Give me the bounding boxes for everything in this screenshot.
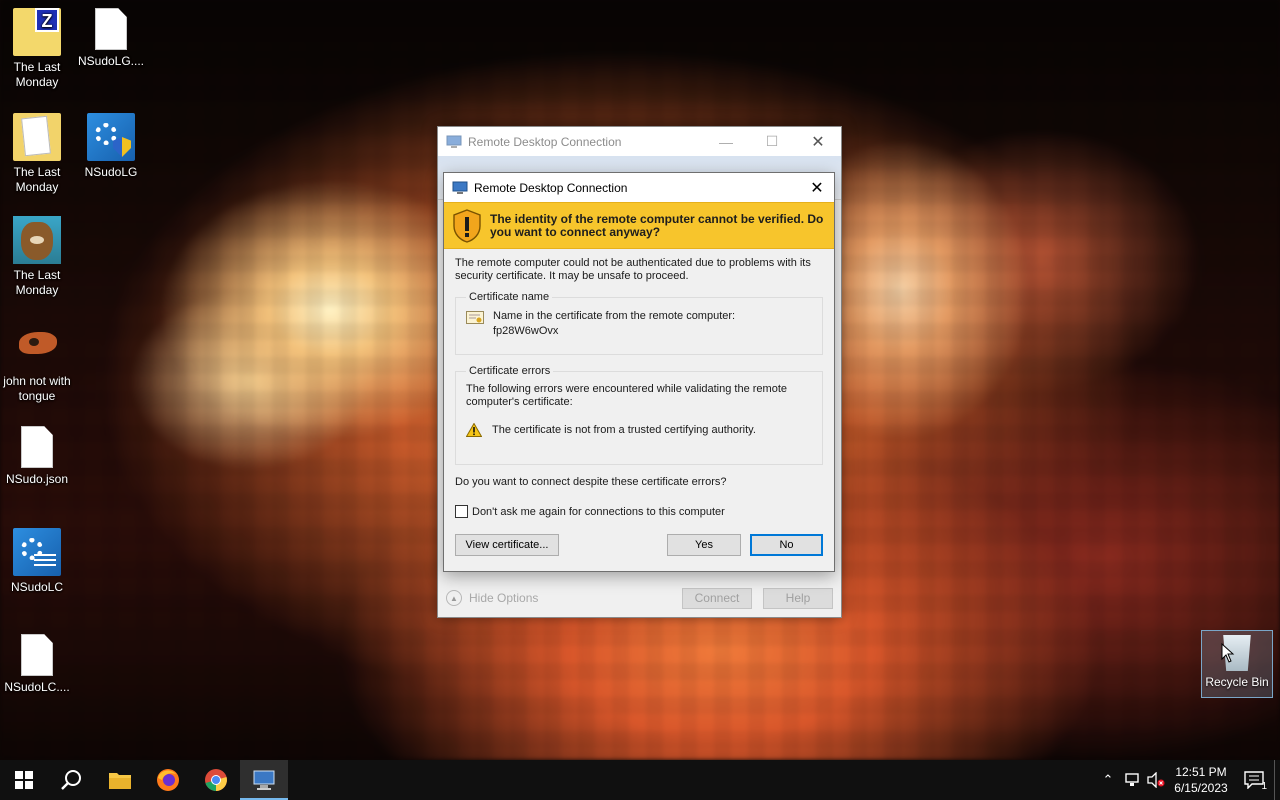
- hide-options-label: Hide Options: [469, 591, 539, 605]
- search-button[interactable]: [48, 760, 96, 800]
- clock-time: 12:51 PM: [1175, 765, 1227, 779]
- no-button[interactable]: No: [750, 534, 823, 556]
- certificate-name-legend: Certificate name: [469, 291, 550, 303]
- action-center-button[interactable]: 1: [1234, 760, 1274, 800]
- chrome-icon: [205, 769, 227, 791]
- remote-desktop-icon: [446, 135, 462, 148]
- desktop-icon-label: NSudoLG....: [77, 54, 145, 68]
- cat-shortcut-icon: [13, 216, 61, 264]
- desktop-icon-label: The Last Monday: [13, 60, 61, 89]
- chevron-up-icon: ▲: [446, 590, 462, 606]
- warning-shield-icon: [453, 208, 481, 243]
- close-icon: ✕: [810, 179, 824, 197]
- close-icon: ✕: [811, 133, 825, 151]
- clock-date: 6/15/2023: [1174, 781, 1228, 795]
- help-button[interactable]: Help: [763, 587, 833, 609]
- view-certificate-button[interactable]: View certificate...: [455, 534, 559, 556]
- remote-desktop-taskbar-button[interactable]: [240, 760, 288, 800]
- desktop-icon-label: NSudoLC: [10, 580, 64, 594]
- connect-question: Do you want to connect despite these cer…: [455, 476, 727, 488]
- yes-button[interactable]: Yes: [667, 534, 741, 556]
- search-icon: [61, 770, 81, 790]
- dialog-title: Remote Desktop Connection: [474, 180, 628, 195]
- network-button[interactable]: [1120, 760, 1144, 800]
- zip-folder-icon: Z: [13, 8, 61, 56]
- document-icon: [21, 426, 53, 468]
- maximize-icon: ☐: [765, 133, 779, 149]
- taskbar: ⌃ 12:51 PM 6/15/2023 1: [0, 760, 1280, 800]
- clock-button[interactable]: 12:51 PM 6/15/2023: [1168, 764, 1234, 796]
- chrome-button[interactable]: [192, 760, 240, 800]
- desktop-icon-nsudolc-file[interactable]: NSudoLC....: [0, 634, 74, 695]
- desktop-icon-label: NSudoLC....: [4, 680, 70, 694]
- certificate-name-value: fp28W6wOvx: [493, 325, 559, 337]
- desktop-icon-label: The Last Monday: [13, 165, 61, 194]
- chevron-up-icon: ⌃: [1102, 772, 1114, 787]
- warning-message: The identity of the remote computer cann…: [490, 211, 824, 239]
- john-image-icon: [13, 322, 61, 370]
- volume-muted-icon: [1147, 772, 1165, 788]
- show-hidden-icons-button[interactable]: ⌃: [1096, 760, 1120, 800]
- dont-ask-checkbox-row[interactable]: Don't ask me again for connections to th…: [455, 505, 823, 518]
- dialog-titlebar[interactable]: Remote Desktop Connection ✕: [444, 173, 834, 202]
- notification-count: 1: [1261, 781, 1267, 792]
- desktop-icon-label: The Last Monday: [13, 268, 61, 297]
- desktop-icon-nsudo-json[interactable]: NSudo.json: [0, 426, 74, 487]
- certificate-error-text: The certificate is not from a trusted ce…: [492, 424, 756, 436]
- desktop-icon-nsudolg[interactable]: NSudoLG: [74, 113, 148, 180]
- document-icon: [21, 634, 53, 676]
- certificate-icon: [466, 311, 484, 324]
- desktop-icon-nsudolg-file[interactable]: NSudoLG....: [74, 8, 148, 69]
- volume-button[interactable]: [1144, 760, 1168, 800]
- recycle-bin-label: Recycle Bin: [1205, 675, 1269, 689]
- desktop-icon-recycle-bin[interactable]: Recycle Bin: [1201, 630, 1273, 698]
- dont-ask-checkbox[interactable]: [455, 505, 468, 518]
- certificate-error-item: The certificate is not from a trusted ce…: [466, 423, 812, 437]
- certificate-errors-legend: Certificate errors: [469, 365, 551, 377]
- certificate-name-group: Certificate name Name in the certificate…: [455, 291, 823, 355]
- rdc-main-title: Remote Desktop Connection: [468, 134, 622, 149]
- rdc-main-bottom-bar: ▲ Hide Options Connect Help: [438, 579, 841, 617]
- dialog-description: The remote computer could not be authent…: [455, 257, 811, 282]
- mouse-cursor-icon: [1221, 643, 1235, 663]
- start-button[interactable]: [0, 760, 48, 800]
- folder-document-icon: [13, 113, 61, 161]
- warning-icon: [466, 423, 482, 437]
- minimize-icon: —: [719, 133, 733, 150]
- nsudo-gear-icon: [87, 113, 135, 161]
- dialog-close-button[interactable]: ✕: [800, 173, 834, 202]
- document-icon: [95, 8, 127, 50]
- minimize-button[interactable]: —: [703, 127, 749, 156]
- certificate-errors-group: Certificate errors The following errors …: [455, 365, 823, 465]
- rdc-main-titlebar[interactable]: Remote Desktop Connection — ☐ ✕: [438, 127, 841, 156]
- certificate-warning-dialog: Remote Desktop Connection ✕ The identity…: [443, 172, 835, 572]
- desktop-icon-the-last-monday-folder[interactable]: The Last Monday: [0, 113, 74, 195]
- warning-banner: The identity of the remote computer cann…: [444, 202, 834, 249]
- desktop-icon-the-last-monday-shortcut[interactable]: The Last Monday: [0, 216, 74, 298]
- certificate-errors-intro: The following errors were encountered wh…: [466, 383, 788, 408]
- maximize-button[interactable]: ☐: [749, 127, 795, 156]
- file-explorer-icon: [109, 773, 131, 789]
- desktop-icon-label: john not with tongue: [3, 374, 71, 403]
- firefox-icon: [157, 769, 179, 791]
- remote-desktop-icon: [253, 770, 275, 790]
- remote-desktop-icon: [452, 181, 468, 194]
- system-tray: ⌃ 12:51 PM 6/15/2023 1: [1096, 760, 1280, 800]
- start-icon: [15, 771, 33, 789]
- connect-button[interactable]: Connect: [682, 587, 752, 609]
- file-explorer-button[interactable]: [96, 760, 144, 800]
- show-desktop-button[interactable]: [1274, 760, 1280, 800]
- nsudo-console-icon: [13, 528, 61, 576]
- firefox-button[interactable]: [144, 760, 192, 800]
- hide-options-button[interactable]: ▲ Hide Options: [446, 590, 538, 606]
- certificate-name-label: Name in the certificate from the remote …: [493, 310, 736, 322]
- desktop-icon-the-last-monday-zip[interactable]: Z The Last Monday: [0, 8, 74, 90]
- close-button[interactable]: ✕: [795, 127, 841, 156]
- desktop-icon-label: NSudo.json: [5, 472, 69, 486]
- desktop-icon-john[interactable]: john not with tongue: [0, 322, 74, 404]
- network-icon: [1125, 773, 1139, 786]
- dont-ask-label[interactable]: Don't ask me again for connections to th…: [472, 506, 725, 518]
- desktop-icon-nsudolc[interactable]: NSudoLC: [0, 528, 74, 595]
- desktop-icon-label: NSudoLG: [84, 165, 138, 179]
